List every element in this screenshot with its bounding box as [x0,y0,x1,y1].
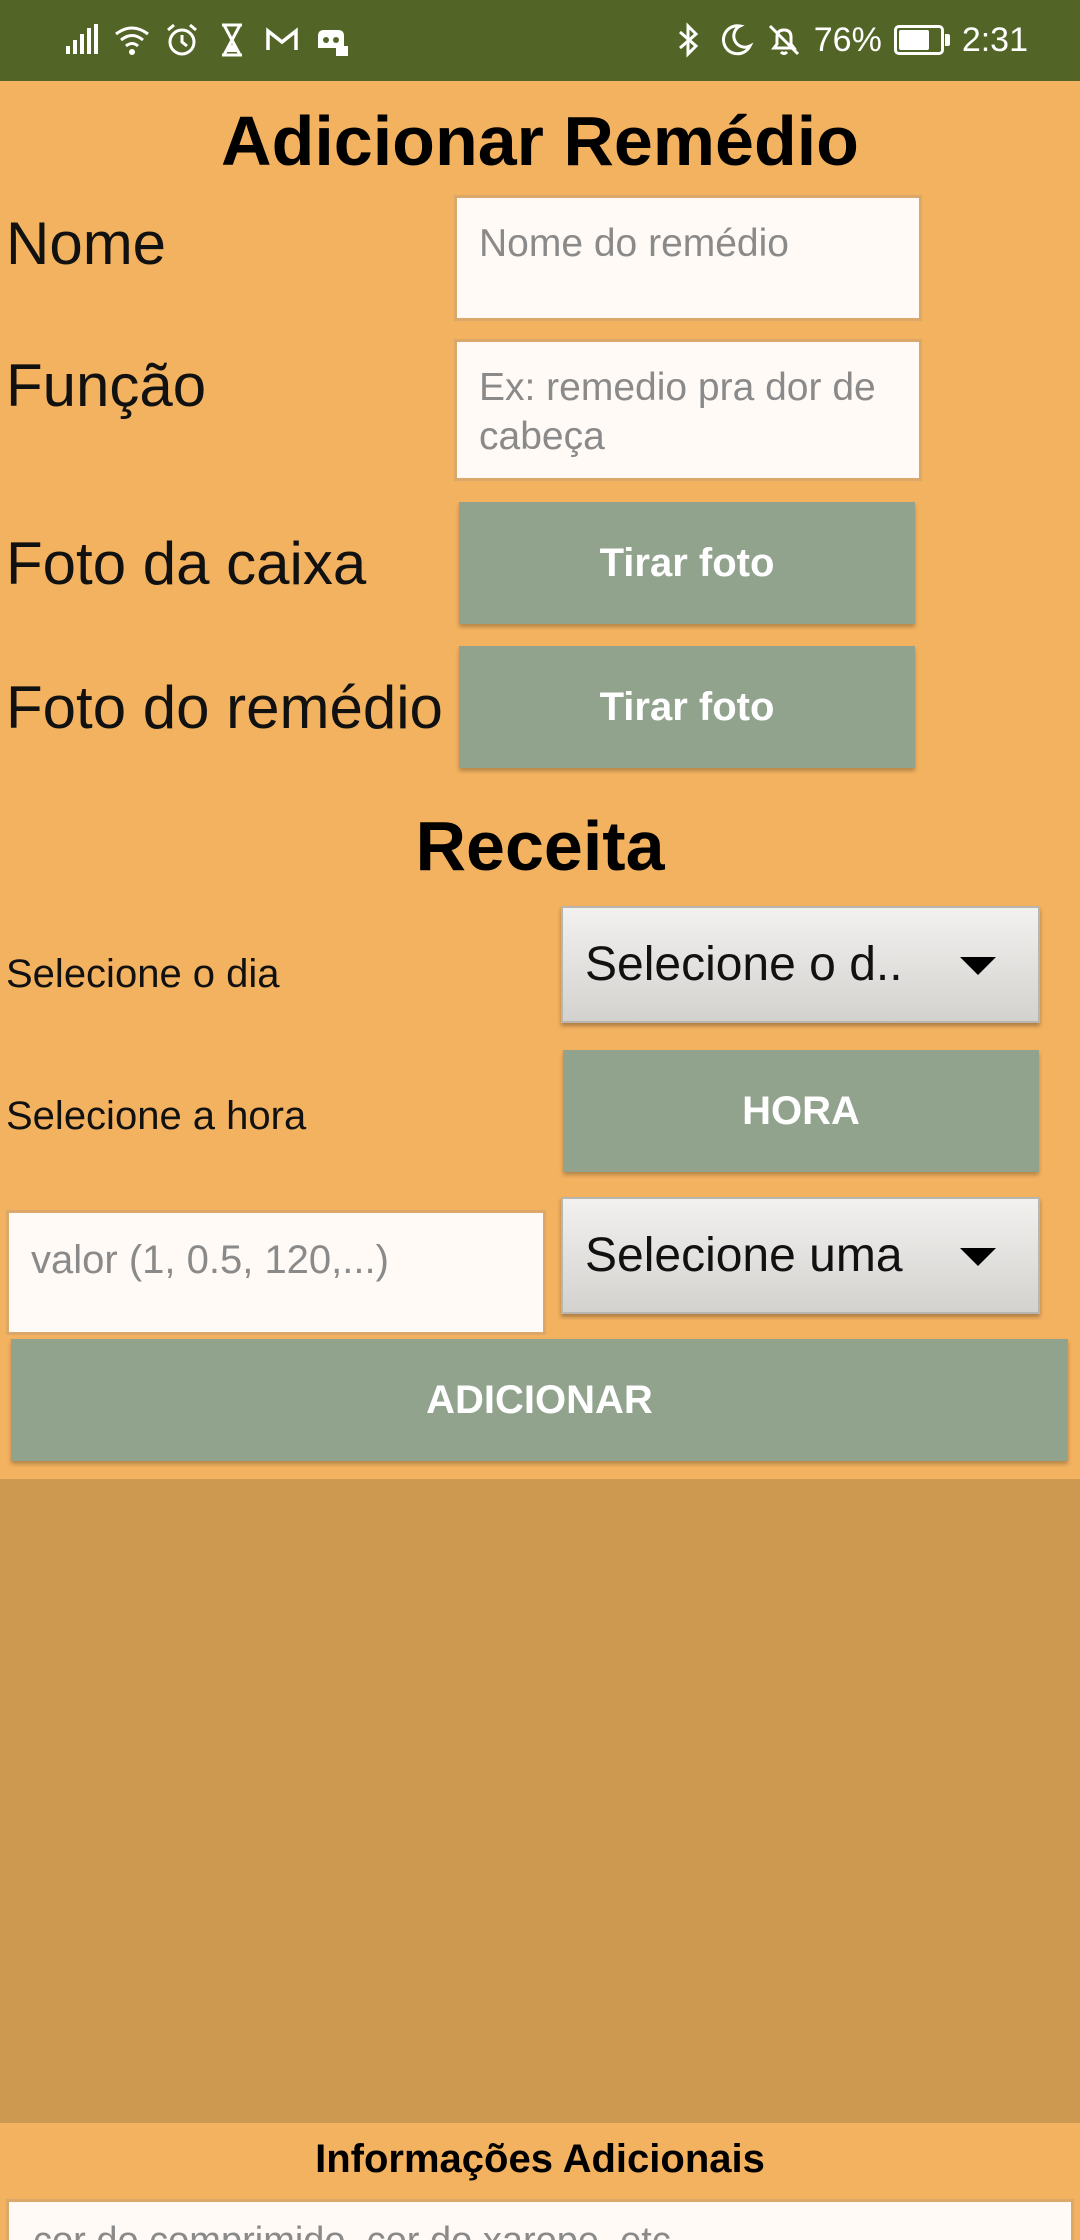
function-label: Função [6,352,207,419]
alarm-icon [164,22,200,58]
app-notification-icon [314,22,350,58]
unit-dropdown[interactable]: Selecione uma [561,1197,1040,1314]
additional-info-title: Informações Adicionais [315,2137,765,2181]
main-content: Adicionar Remédio Nome Nome do remédio F… [0,81,1080,1479]
function-input[interactable]: Ex: remedio pra dor de cabeça [454,339,922,481]
value-input[interactable]: valor (1, 0.5, 120,...) [6,1210,546,1335]
box-photo-label: Foto da caixa [6,530,367,597]
name-input[interactable]: Nome do remédio [454,195,922,321]
hourglass-icon [214,22,250,58]
function-input-placeholder: Ex: remedio pra dor de cabeça [479,366,876,458]
receita-title: Receita [415,807,665,885]
status-icons-right: 76% 2:31 [670,14,1028,66]
page-title: Adicionar Remédio [221,102,859,180]
add-button[interactable]: ADICIONAR [11,1339,1068,1461]
additional-info-panel: Informações Adicionais cor do comprimido… [0,2123,1080,2240]
status-icons-left [64,18,350,62]
signal-icon [64,22,100,58]
day-dropdown[interactable]: Selecione o d.. [561,906,1040,1023]
bell-off-icon [766,22,802,58]
battery-percent: 76% [813,20,882,59]
additional-info-input[interactable]: cor do comprimido, cor do xarope, etc [6,2199,1074,2240]
day-dropdown-value: Selecione o d.. [585,938,903,991]
day-label: Selecione o dia [6,952,280,996]
additional-info-placeholder: cor do comprimido, cor do xarope, etc [33,2220,671,2240]
box-photo-button[interactable]: Tirar foto [459,502,915,624]
chevron-down-icon [960,956,996,975]
med-photo-label: Foto do remédio [6,674,443,741]
status-bar: 76% 2:31 [0,0,1080,81]
battery-icon [893,25,950,55]
hour-button[interactable]: HORA [563,1050,1039,1172]
bluetooth-icon [670,22,706,58]
unit-dropdown-value: Selecione uma [585,1229,903,1282]
moon-icon [718,22,754,58]
name-label: Nome [6,210,167,277]
gmail-icon [264,22,300,58]
clock: 2:31 [961,20,1028,59]
value-input-placeholder: valor (1, 0.5, 120,...) [31,1238,389,1282]
med-photo-button[interactable]: Tirar foto [459,646,915,768]
name-input-placeholder: Nome do remédio [479,222,789,265]
wifi-icon [114,22,150,58]
hour-label: Selecione a hora [6,1094,307,1138]
chevron-down-icon [960,1247,996,1266]
empty-list-area [0,1479,1080,2123]
